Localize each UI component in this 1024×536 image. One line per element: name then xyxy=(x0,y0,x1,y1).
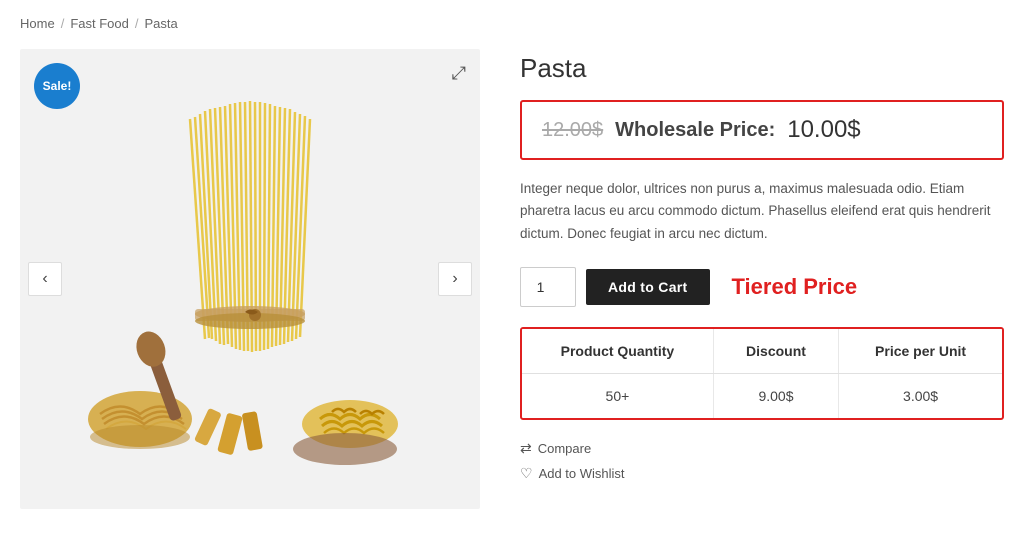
price-box: 12.00$ Wholesale Price: 10.00$ xyxy=(520,100,1004,160)
wishlist-link[interactable]: ♡ Add to Wishlist xyxy=(520,465,1004,482)
breadcrumb-current: Pasta xyxy=(144,16,177,31)
action-links: ⇄ Compare ♡ Add to Wishlist xyxy=(520,440,1004,482)
product-title: Pasta xyxy=(520,53,1004,84)
breadcrumb-category[interactable]: Fast Food xyxy=(70,16,129,31)
breadcrumb-sep2: / xyxy=(135,16,139,31)
col-header-quantity: Product Quantity xyxy=(522,329,713,374)
next-image-button[interactable]: › xyxy=(438,262,472,296)
breadcrumb: Home / Fast Food / Pasta xyxy=(20,16,1004,31)
table-row: 50+ 9.00$ 3.00$ xyxy=(522,373,1002,418)
new-price: 10.00$ xyxy=(787,116,860,144)
col-header-discount: Discount xyxy=(713,329,838,374)
product-image-area: Sale! ⤢ ‹ xyxy=(20,49,480,509)
compare-label: Compare xyxy=(538,441,591,456)
col-header-price: Price per Unit xyxy=(839,329,1002,374)
product-info: Pasta 12.00$ Wholesale Price: 10.00$ Int… xyxy=(520,49,1004,482)
left-arrow-icon: ‹ xyxy=(42,270,47,288)
quantity-input[interactable] xyxy=(520,267,576,307)
old-price: 12.00$ xyxy=(542,119,603,142)
compare-link[interactable]: ⇄ Compare xyxy=(520,440,1004,457)
wholesale-label: Wholesale Price: xyxy=(615,119,775,142)
add-to-cart-button[interactable]: Add to Cart xyxy=(586,269,710,305)
row-discount: 9.00$ xyxy=(713,373,838,418)
row-price-per-unit: 3.00$ xyxy=(839,373,1002,418)
prev-image-button[interactable]: ‹ xyxy=(28,262,62,296)
expand-icon[interactable]: ⤢ xyxy=(452,63,466,84)
sale-badge: Sale! xyxy=(34,63,80,109)
compare-icon: ⇄ xyxy=(520,440,532,457)
tiered-price-label: Tiered Price xyxy=(732,274,858,300)
add-to-cart-row: Add to Cart Tiered Price xyxy=(520,267,1004,307)
heart-icon: ♡ xyxy=(520,465,533,482)
breadcrumb-home[interactable]: Home xyxy=(20,16,55,31)
row-quantity: 50+ xyxy=(522,373,713,418)
wishlist-label: Add to Wishlist xyxy=(539,466,625,481)
product-image xyxy=(60,79,440,479)
product-description: Integer neque dolor, ultrices non purus … xyxy=(520,178,1004,245)
tiered-price-table: Product Quantity Discount Price per Unit… xyxy=(520,327,1004,420)
breadcrumb-sep1: / xyxy=(61,16,65,31)
right-arrow-icon: › xyxy=(452,270,457,288)
